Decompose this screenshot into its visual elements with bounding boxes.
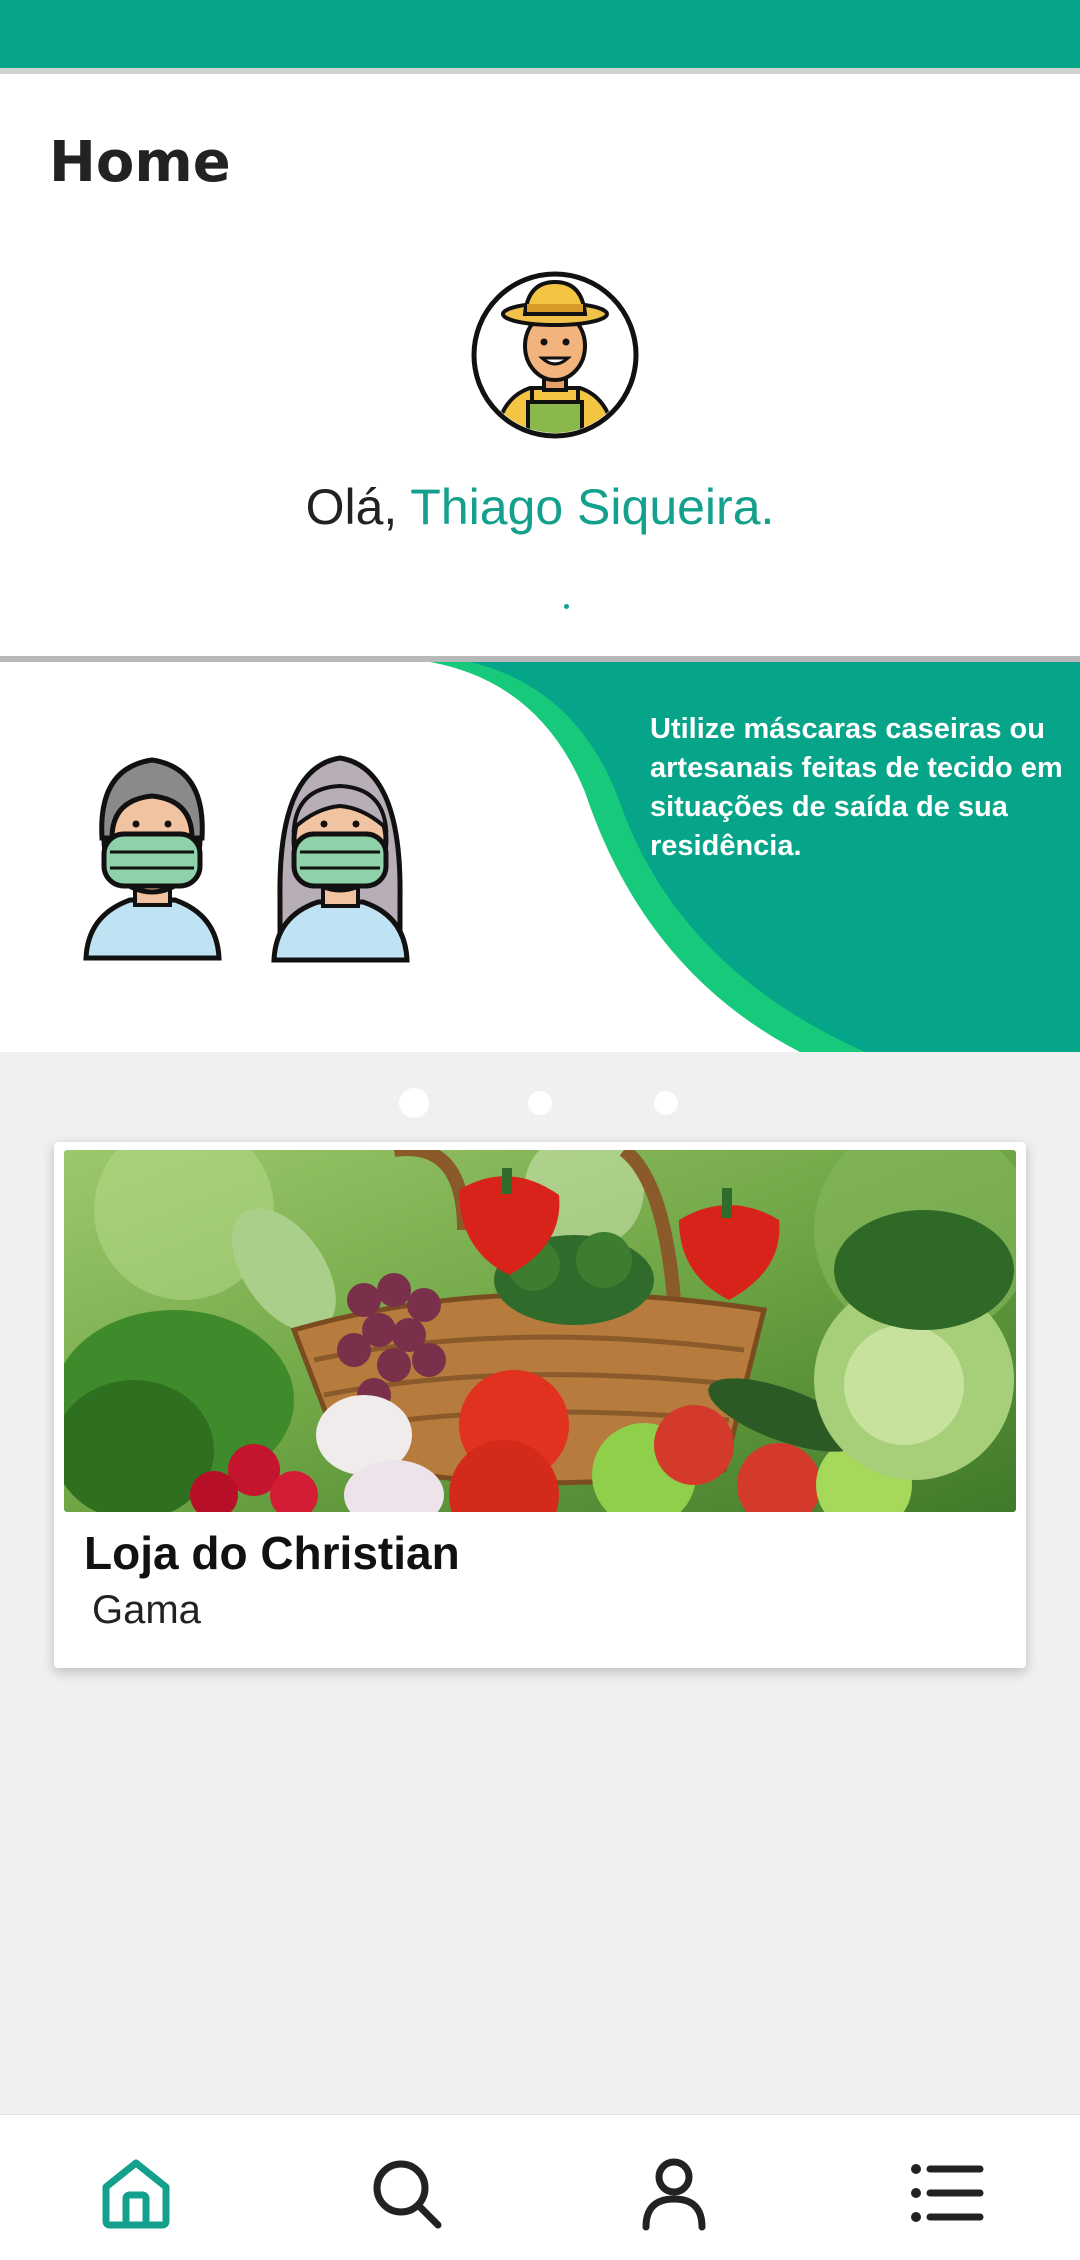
page-title: Home: [49, 130, 231, 195]
store-name: Loja do Christian: [84, 1527, 460, 1579]
banner-text: Utilize máscaras caseiras ou artesanais …: [650, 713, 1063, 862]
home-icon[interactable]: [96, 2153, 176, 2233]
carousel-dot-1[interactable]: [399, 1088, 429, 1118]
bottom-navigation: [0, 2114, 1080, 2260]
greeting-prefix: Olá,: [305, 479, 411, 535]
user-name: Thiago Siqueira.: [410, 479, 775, 535]
list-icon[interactable]: [906, 2153, 986, 2233]
man-with-mask-icon: [83, 757, 222, 961]
search-icon[interactable]: [366, 2153, 446, 2233]
woman-with-mask-icon: [271, 755, 410, 963]
carousel-dot-3[interactable]: [654, 1091, 678, 1115]
store-card[interactable]: Loja do Christian Gama: [54, 1142, 1026, 1668]
greeting-text: Olá, Thiago Siqueira.: [0, 478, 1080, 536]
user-icon[interactable]: [634, 2153, 714, 2233]
app-header: Home: [0, 74, 1080, 246]
decorative-dot: [564, 604, 569, 609]
status-bar: [0, 0, 1080, 74]
banner-slide[interactable]: Utilize máscaras caseiras ou artesanais …: [0, 662, 1080, 1052]
store-location: Gama: [92, 1588, 201, 1632]
carousel-indicator: [0, 1088, 1080, 1118]
vegetable-basket-image: [64, 1150, 1016, 1512]
farmer-avatar-icon: [471, 271, 639, 439]
greeting-card: Olá, Thiago Siqueira.: [0, 246, 1080, 662]
carousel-dot-2[interactable]: [528, 1091, 552, 1115]
